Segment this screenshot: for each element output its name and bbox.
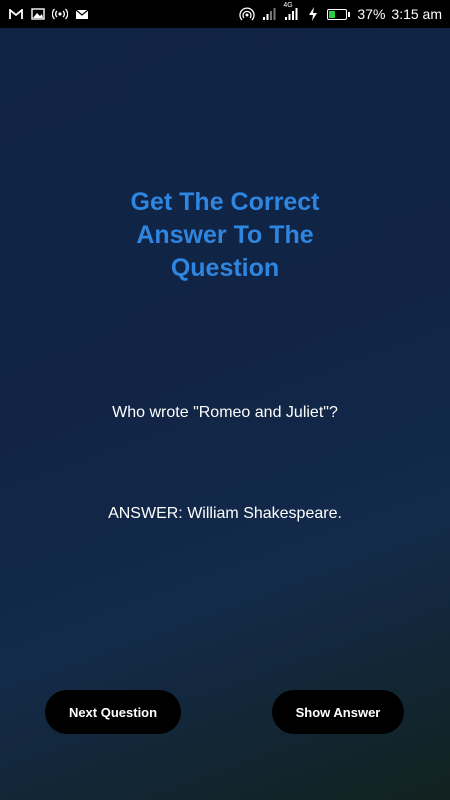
signal-icon [261,6,277,22]
gallery-icon [30,6,46,22]
question-text: Who wrote "Romeo and Juliet"? [112,404,338,421]
status-left-icons [8,6,90,22]
battery-percent: 37% [357,6,386,22]
broadcast-icon [52,6,68,22]
status-time: 3:15 am [391,6,442,22]
page-title: Get The Correct Answer To The Question [130,188,320,282]
status-right-icons: 4G 37% 3:15 am [239,2,442,22]
mail-icon [74,6,90,22]
status-bar: 4G 37% 3:15 am [0,0,450,28]
page-title-container: Get The Correct Answer To The Question [0,186,450,285]
hotspot-icon [239,6,255,22]
network-4g-icon: 4G [283,2,299,22]
next-question-button[interactable]: Next Question [45,690,181,734]
show-answer-button[interactable]: Show Answer [272,690,404,734]
app-screen: 4G 37% 3:15 am Get The Correct Answer To… [0,0,450,800]
charging-icon [305,6,321,22]
battery-icon [327,8,351,20]
gmail-icon [8,6,24,22]
network-label: 4G [283,2,293,9]
answer-text: ANSWER: William Shakespeare. [108,505,342,522]
